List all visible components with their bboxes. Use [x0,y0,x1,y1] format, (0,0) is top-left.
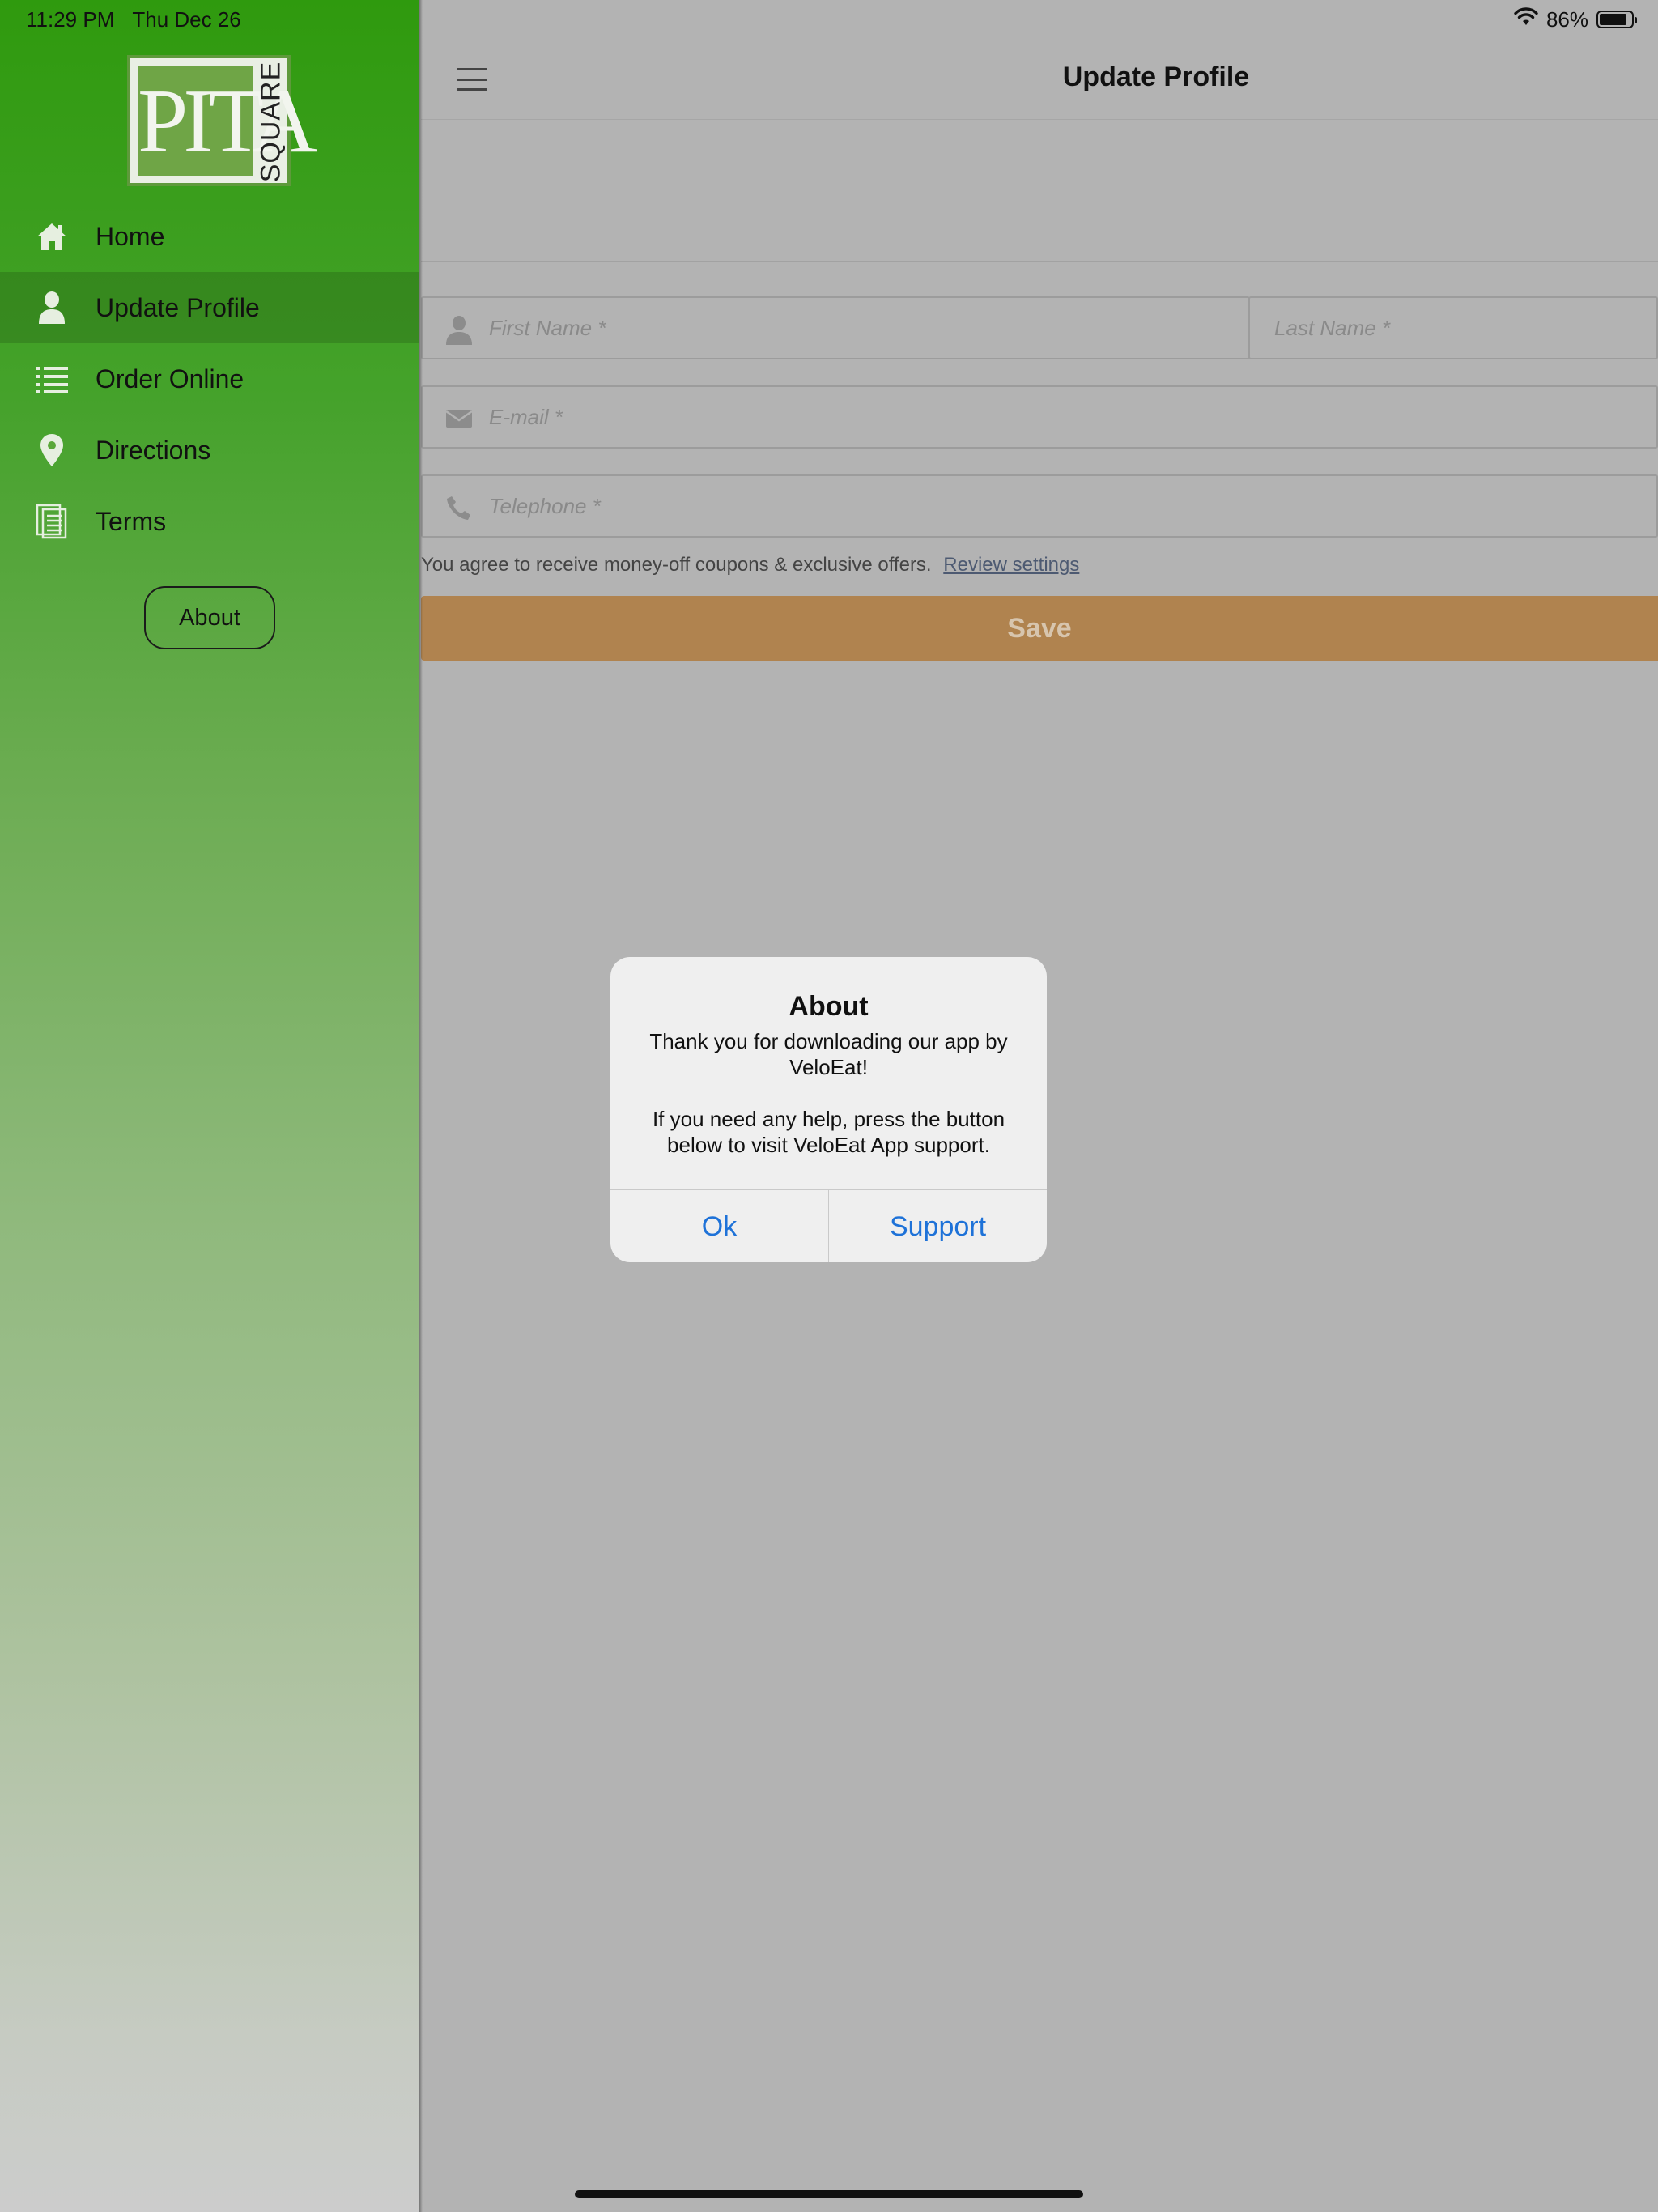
about-button[interactable]: About [144,586,275,649]
user-icon [34,290,70,325]
alert-support-button[interactable]: Support [828,1190,1047,1262]
alert-ok-button[interactable]: Ok [610,1190,828,1262]
status-date: Thu Dec 26 [132,6,241,32]
header: Update Profile [421,0,1658,120]
map-pin-icon [34,432,70,468]
sidebar-item-terms[interactable]: Terms [0,486,419,557]
list-icon [34,361,70,397]
first-name-placeholder: First Name * [489,315,606,340]
sidebar-item-update-profile[interactable]: Update Profile [0,272,419,343]
review-settings-link[interactable]: Review settings [943,554,1079,576]
battery-icon [1596,11,1637,28]
logo-side-word-wrap: SQUARE [255,61,287,182]
email-placeholder: E-mail * [489,404,563,429]
email-field[interactable]: E-mail * [421,385,1658,449]
sidebar-item-label: Update Profile [96,292,260,322]
save-button[interactable]: Save [421,596,1658,661]
hamburger-icon[interactable] [457,68,487,91]
telephone-placeholder: Telephone * [489,493,601,518]
alert-title: About [789,991,869,1022]
status-bar-right: 86% [1514,5,1637,34]
sidebar-item-label: Terms [96,506,167,536]
sidebar-item-label: Order Online [96,364,244,393]
logo-inner: PITA [135,63,317,178]
about-alert-dialog: About Thank you for downloading our app … [610,957,1047,1262]
page-title: Update Profile [1062,62,1250,92]
last-name-field[interactable]: Last Name * [1248,296,1658,359]
sidebar: PITA SQUARE Home Update Profile Order On… [0,0,419,2212]
header-divider [421,261,1658,262]
consent-text-row: You agree to receive money-off coupons &… [421,554,1079,576]
home-indicator[interactable] [575,2190,1083,2198]
alert-message-line1: Thank you for downloading our app by Vel… [649,1029,1008,1079]
sidebar-item-label: Home [96,221,165,251]
sidebar-item-order-online[interactable]: Order Online [0,343,419,415]
sidebar-item-label: Directions [96,435,211,465]
sidebar-nav: Home Update Profile Order Online Directi… [0,201,419,557]
envelope-icon [445,405,473,432]
status-bar-left: 11:29 PM Thu Dec 26 [26,5,241,34]
pita-square-logo: PITA SQUARE [127,55,317,186]
user-icon [445,316,473,345]
status-time: 11:29 PM [26,6,115,32]
sidebar-shadow [419,0,423,2212]
logo-side-word: SQUARE [255,61,287,182]
battery-percent: 86% [1545,6,1588,32]
wifi-icon [1514,6,1538,32]
alert-actions: Ok Support [610,1189,1047,1262]
alert-message: Thank you for downloading our app by Vel… [635,1028,1022,1158]
consent-text: You agree to receive money-off coupons &… [421,554,932,576]
document-icon [34,504,70,539]
alert-message-line2: If you need any help, press the button b… [652,1107,1005,1157]
phone-icon [445,494,473,521]
battery-fill [1600,14,1626,25]
sidebar-item-home[interactable]: Home [0,201,419,272]
sidebar-item-directions[interactable]: Directions [0,415,419,486]
last-name-placeholder: Last Name * [1274,315,1391,340]
home-icon [34,219,70,254]
first-name-field[interactable]: First Name * [421,296,1250,359]
telephone-field[interactable]: Telephone * [421,474,1658,538]
logo-word: PITA [138,71,317,172]
